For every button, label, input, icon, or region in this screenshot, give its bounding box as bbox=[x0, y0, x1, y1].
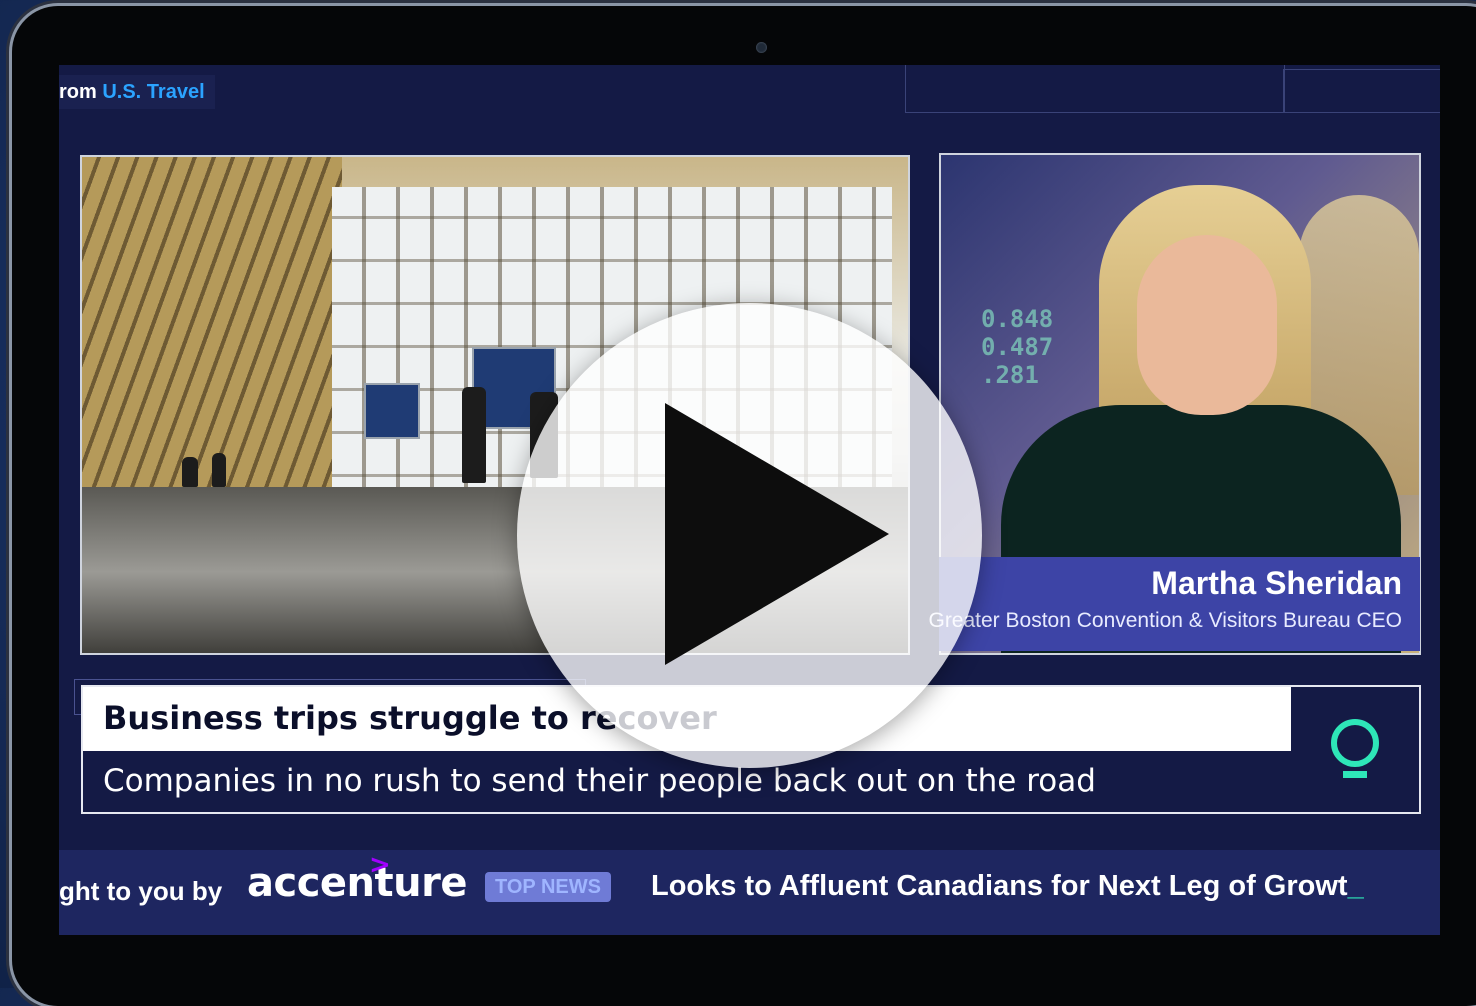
market-number: .281 bbox=[981, 361, 1039, 389]
name-lower-third: Martha Sheridan Greater Boston Conventio… bbox=[928, 557, 1420, 651]
speaker-title: Greater Boston Convention & Visitors Bur… bbox=[928, 609, 1402, 632]
top-news-badge: TOP NEWS bbox=[485, 872, 611, 902]
market-numbers: 0.848 0.487 .281 bbox=[981, 305, 1053, 389]
market-number: 0.848 bbox=[981, 305, 1054, 333]
source-org: U.S. Travel bbox=[102, 81, 205, 103]
departure-board bbox=[364, 383, 420, 439]
news-ticker: ght to you by > accenture TOP NEWS Looks… bbox=[59, 850, 1440, 935]
sponsor-prefix: ght to you by bbox=[59, 876, 223, 906]
traveler bbox=[212, 453, 226, 487]
source-credit: rom U.S. Travel bbox=[59, 75, 215, 109]
play-button[interactable] bbox=[517, 303, 982, 768]
traveler bbox=[182, 457, 198, 487]
ticker-cursor: _ bbox=[1347, 870, 1364, 902]
decor-line bbox=[905, 65, 1285, 113]
decor-line bbox=[1283, 69, 1440, 113]
sponsor-name: accenture bbox=[247, 860, 467, 906]
traveler bbox=[462, 387, 486, 483]
play-icon bbox=[665, 403, 889, 665]
subheadline: Companies in no rush to send their peopl… bbox=[103, 763, 1096, 799]
market-number: 0.487 bbox=[981, 333, 1054, 361]
ticker-text: Looks to Affluent Canadians for Next Leg… bbox=[651, 870, 1364, 903]
webcam bbox=[756, 42, 767, 53]
source-prefix: rom bbox=[59, 81, 103, 103]
ticker-headline: Looks to Affluent Canadians for Next Leg… bbox=[651, 870, 1348, 902]
anchor-face bbox=[1137, 235, 1277, 415]
q-logo-icon bbox=[1331, 719, 1379, 778]
sponsor-mark: > bbox=[369, 850, 391, 880]
sponsor-logo: > accenture bbox=[247, 850, 467, 906]
speaker-name: Martha Sheridan bbox=[1151, 565, 1402, 601]
